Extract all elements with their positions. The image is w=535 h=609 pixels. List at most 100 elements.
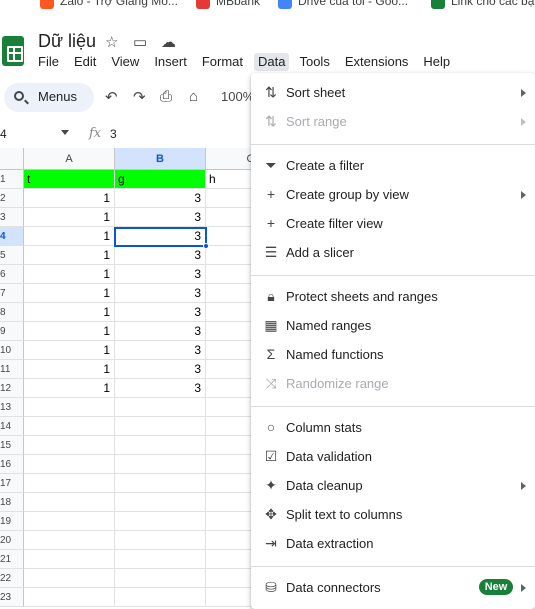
cell[interactable]: 3 [115, 360, 206, 379]
menu-extensions[interactable]: Extensions [345, 53, 416, 71]
cell[interactable] [24, 493, 115, 512]
row-header[interactable]: 12 [0, 379, 24, 398]
row-header[interactable]: 8 [0, 303, 24, 322]
cell[interactable] [24, 550, 115, 569]
cloud-status-icon[interactable]: ☁ [161, 33, 176, 51]
row-header[interactable]: 20 [0, 531, 24, 550]
cell[interactable]: 1 [24, 322, 115, 341]
menu-file[interactable]: File [38, 53, 66, 71]
undo-icon[interactable]: ↶ [105, 88, 118, 106]
document-title[interactable]: Dữ liệu [38, 31, 96, 52]
cell[interactable] [24, 417, 115, 436]
fill-handle[interactable] [203, 243, 209, 249]
row-header[interactable]: 14 [0, 417, 24, 436]
cell[interactable]: 1 [24, 360, 115, 379]
cell[interactable]: 1 [24, 341, 115, 360]
menu-item-protect-sheets-and-ranges[interactable]: 🔒︎ Protect sheets and ranges [251, 283, 535, 311]
row-header[interactable]: 18 [0, 493, 24, 512]
row-header[interactable]: 3 [0, 208, 24, 227]
menu-item-create-filter-view[interactable]: + Create filter view [251, 210, 535, 238]
cell[interactable]: 3 [115, 265, 206, 284]
cell[interactable]: 1 [24, 246, 115, 265]
cell[interactable] [115, 569, 206, 588]
cell[interactable]: 1 [24, 379, 115, 398]
column-header-a[interactable]: A [24, 148, 115, 170]
bookmark-drive[interactable]: Drive của tôi - Goo... [278, 0, 408, 9]
cell[interactable]: 3 [115, 284, 206, 303]
cell[interactable] [24, 512, 115, 531]
cell[interactable] [115, 436, 206, 455]
cell[interactable] [115, 474, 206, 493]
row-header[interactable]: 9 [0, 322, 24, 341]
chevron-down-icon[interactable] [61, 130, 69, 135]
cell[interactable]: 3 [115, 322, 206, 341]
menu-item-split-text-to-columns[interactable]: ✥ Split text to columns [251, 501, 535, 529]
cell[interactable] [24, 455, 115, 474]
cell[interactable]: 3 [115, 379, 206, 398]
cell[interactable]: 3 [115, 341, 206, 360]
cell[interactable] [115, 398, 206, 417]
menu-item-column-stats[interactable]: ○ Column stats [251, 414, 535, 442]
row-header[interactable]: 13 [0, 398, 24, 417]
cell[interactable] [24, 398, 115, 417]
cell[interactable] [24, 436, 115, 455]
cell[interactable]: 3 [115, 246, 206, 265]
menu-edit[interactable]: Edit [74, 53, 103, 71]
menu-item-data-validation[interactable]: ☑ Data validation [251, 443, 535, 471]
cell[interactable] [115, 417, 206, 436]
cell[interactable]: 3 [115, 303, 206, 322]
search-menus-button[interactable]: Menus [4, 83, 94, 112]
row-header[interactable]: 4 [0, 227, 24, 246]
row-header[interactable]: 10 [0, 341, 24, 360]
menu-item-data-cleanup[interactable]: ✦ Data cleanup [251, 472, 535, 500]
cell[interactable] [115, 512, 206, 531]
cell[interactable] [115, 455, 206, 474]
select-all-corner[interactable] [0, 148, 24, 170]
cell[interactable]: 1 [24, 208, 115, 227]
cell[interactable] [115, 493, 206, 512]
name-box[interactable]: B4 [0, 127, 7, 141]
print-icon[interactable]: ⎙ [160, 88, 172, 105]
cell[interactable]: 1 [24, 284, 115, 303]
row-header[interactable]: 16 [0, 455, 24, 474]
row-header[interactable]: 1 [0, 170, 24, 189]
menu-format[interactable]: Format [202, 53, 250, 71]
cell[interactable] [24, 588, 115, 607]
cell[interactable]: t [24, 170, 115, 189]
menu-item-data-connectors[interactable]: ⛁ Data connectors New [251, 574, 535, 602]
cell[interactable] [115, 550, 206, 569]
cell[interactable]: 3 [115, 208, 206, 227]
cell[interactable] [24, 569, 115, 588]
cell[interactable] [24, 474, 115, 493]
menu-item-named-ranges[interactable]: ▦ Named ranges [251, 312, 535, 340]
menu-view[interactable]: View [111, 53, 146, 71]
cell[interactable] [24, 531, 115, 550]
cell[interactable]: 3 [115, 189, 206, 208]
menu-item-named-functions[interactable]: Σ Named functions [251, 341, 535, 369]
zoom-select[interactable]: 100% [221, 89, 254, 104]
cell[interactable]: g [115, 170, 206, 189]
formula-input[interactable]: 3 [110, 127, 117, 141]
bookmark-link[interactable]: Link cho các bạ [431, 0, 534, 9]
bookmark-mbbank[interactable]: MBbank [196, 0, 260, 9]
row-header[interactable]: 15 [0, 436, 24, 455]
cell[interactable] [115, 531, 206, 550]
menu-insert[interactable]: Insert [154, 53, 194, 71]
menu-data[interactable]: Data [254, 53, 290, 71]
row-header[interactable]: 23 [0, 588, 24, 607]
menu-item-sort-sheet[interactable]: ⇅ Sort sheet [251, 79, 535, 107]
row-header[interactable]: 6 [0, 265, 24, 284]
menu-item-data-extraction[interactable]: ⇥ Data extraction [251, 530, 535, 558]
menu-item-add-a-slicer[interactable]: ☰ Add a slicer [251, 239, 535, 267]
row-header[interactable]: 5 [0, 246, 24, 265]
cell[interactable]: 1 [24, 189, 115, 208]
row-header[interactable]: 22 [0, 569, 24, 588]
menu-help[interactable]: Help [423, 53, 457, 71]
menu-item-create-a-filter[interactable]: ⏷ Create a filter [251, 152, 535, 180]
row-header[interactable]: 17 [0, 474, 24, 493]
row-header[interactable]: 7 [0, 284, 24, 303]
menu-tools[interactable]: Tools [299, 53, 336, 71]
column-header-b[interactable]: B [115, 148, 206, 170]
paint-format-icon[interactable]: ⌂ [189, 88, 198, 105]
menu-item-create-group-by-view[interactable]: + Create group by view [251, 181, 535, 209]
